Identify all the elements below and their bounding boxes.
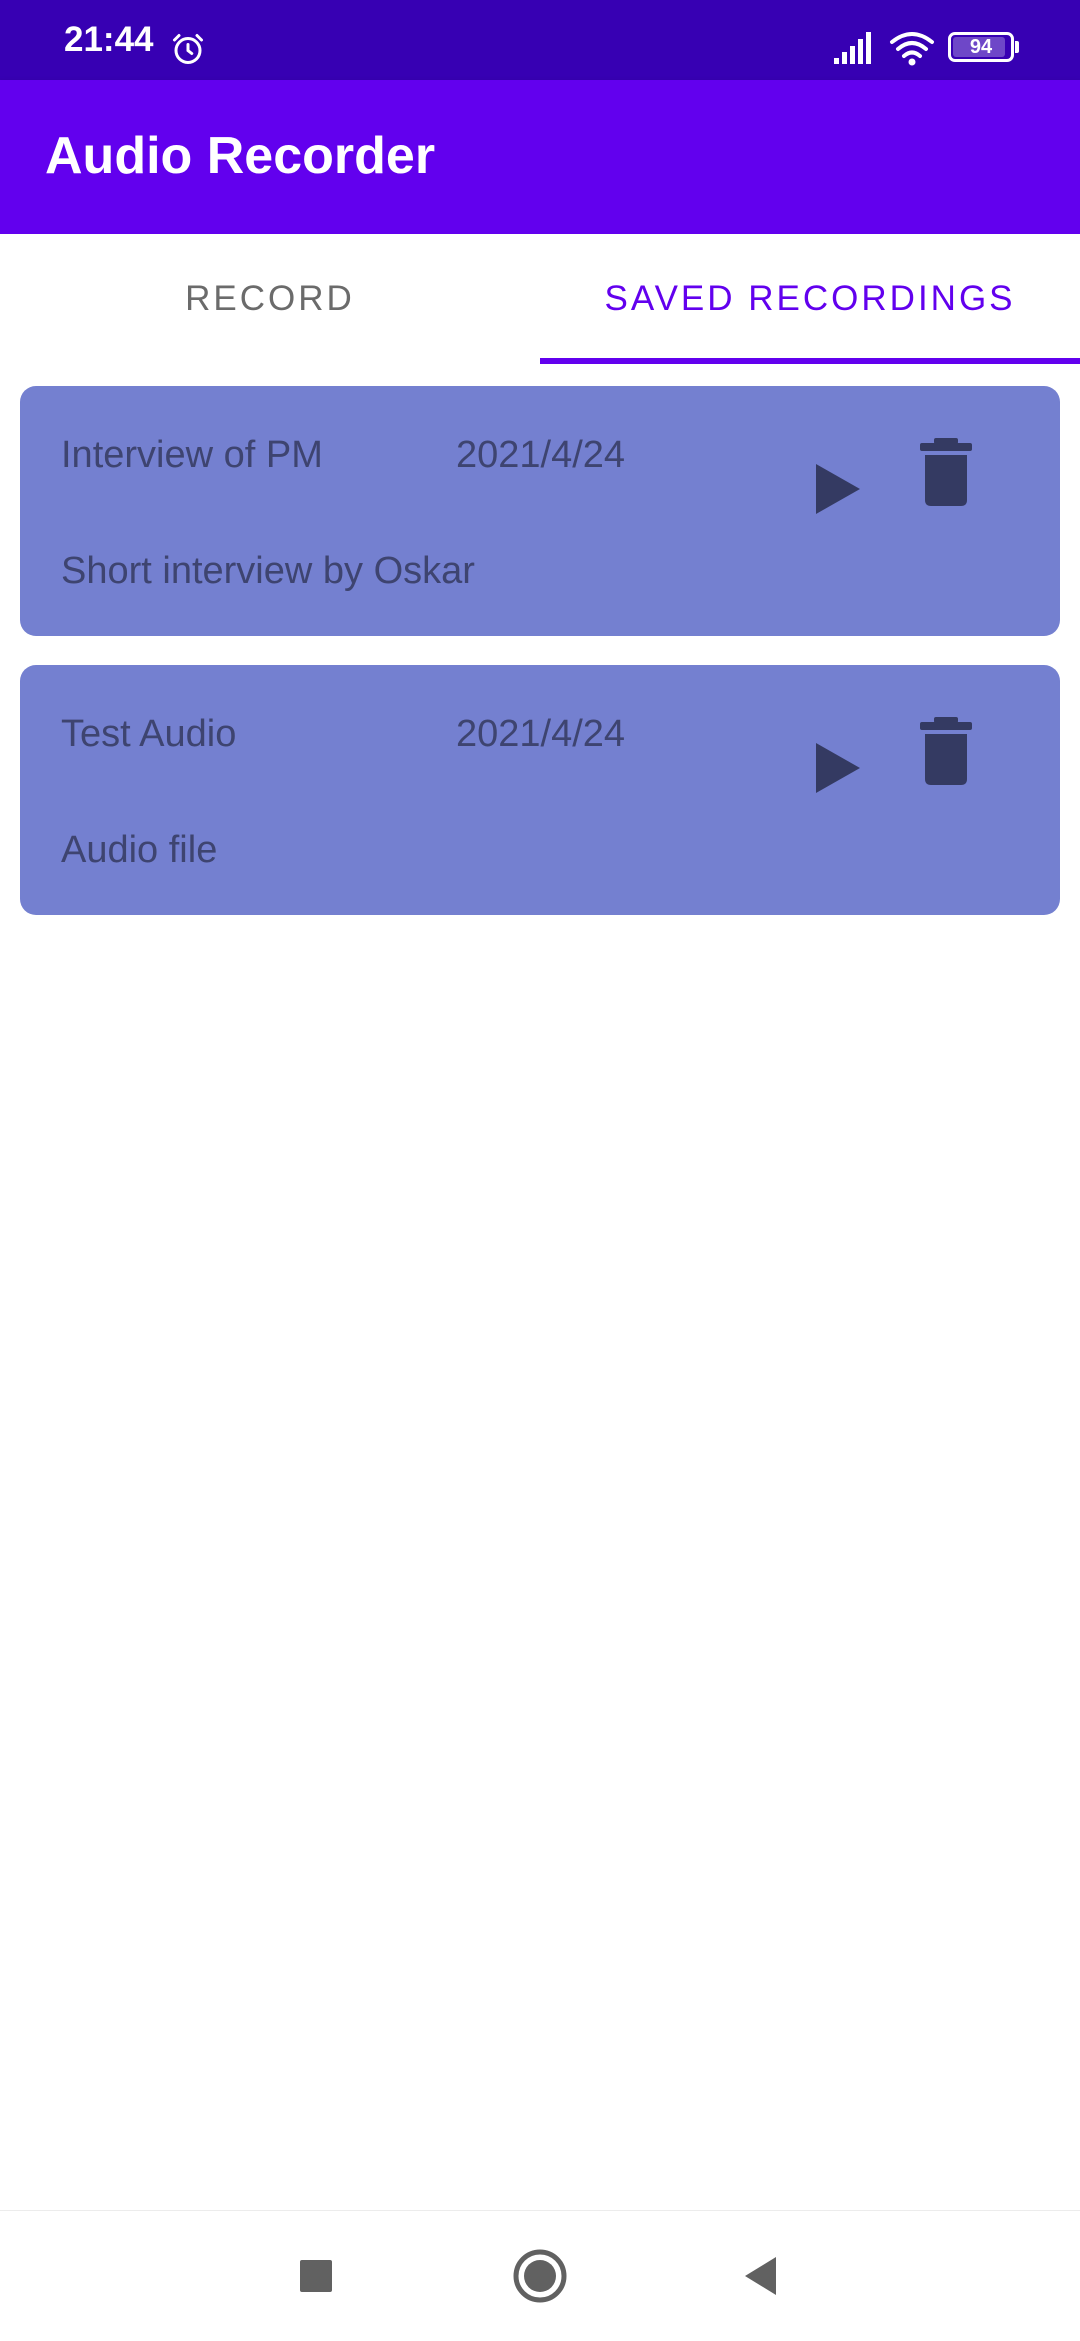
status-time: 21:44 xyxy=(64,20,154,59)
tab-record[interactable]: RECORD xyxy=(0,234,540,364)
wifi-icon xyxy=(888,28,936,68)
recording-description: Audio file xyxy=(61,829,218,871)
recording-date: 2021/4/24 xyxy=(456,713,626,755)
battery-icon: 94 xyxy=(948,32,1019,62)
recording-card[interactable]: Test Audio 2021/4/24 Audio file xyxy=(20,665,1060,915)
app-title: Audio Recorder xyxy=(45,127,436,185)
recording-title: Interview of PM xyxy=(61,434,323,476)
navigation-bar xyxy=(0,2210,1080,2341)
alarm-icon xyxy=(170,31,206,67)
delete-icon[interactable] xyxy=(906,711,986,791)
recording-date: 2021/4/24 xyxy=(456,434,626,476)
signal-icon xyxy=(832,30,876,66)
recents-icon[interactable] xyxy=(281,2241,351,2311)
battery-level-text: 94 xyxy=(969,36,993,58)
play-icon[interactable] xyxy=(792,448,872,528)
delete-icon[interactable] xyxy=(906,432,986,512)
recording-description: Short interview by Oskar xyxy=(61,550,475,592)
home-icon[interactable] xyxy=(505,2241,575,2311)
tab-indicator xyxy=(540,358,1080,364)
back-icon[interactable] xyxy=(725,2241,795,2311)
recording-title: Test Audio xyxy=(61,713,237,755)
app-bar: Audio Recorder xyxy=(0,80,1080,234)
status-bar: 21:44 94 xyxy=(0,0,1080,80)
tab-bar: RECORD SAVED RECORDINGS xyxy=(0,234,1080,364)
recording-card[interactable]: Interview of PM 2021/4/24 Short intervie… xyxy=(20,386,1060,636)
play-icon[interactable] xyxy=(792,727,872,807)
tab-saved-recordings[interactable]: SAVED RECORDINGS xyxy=(540,234,1080,364)
